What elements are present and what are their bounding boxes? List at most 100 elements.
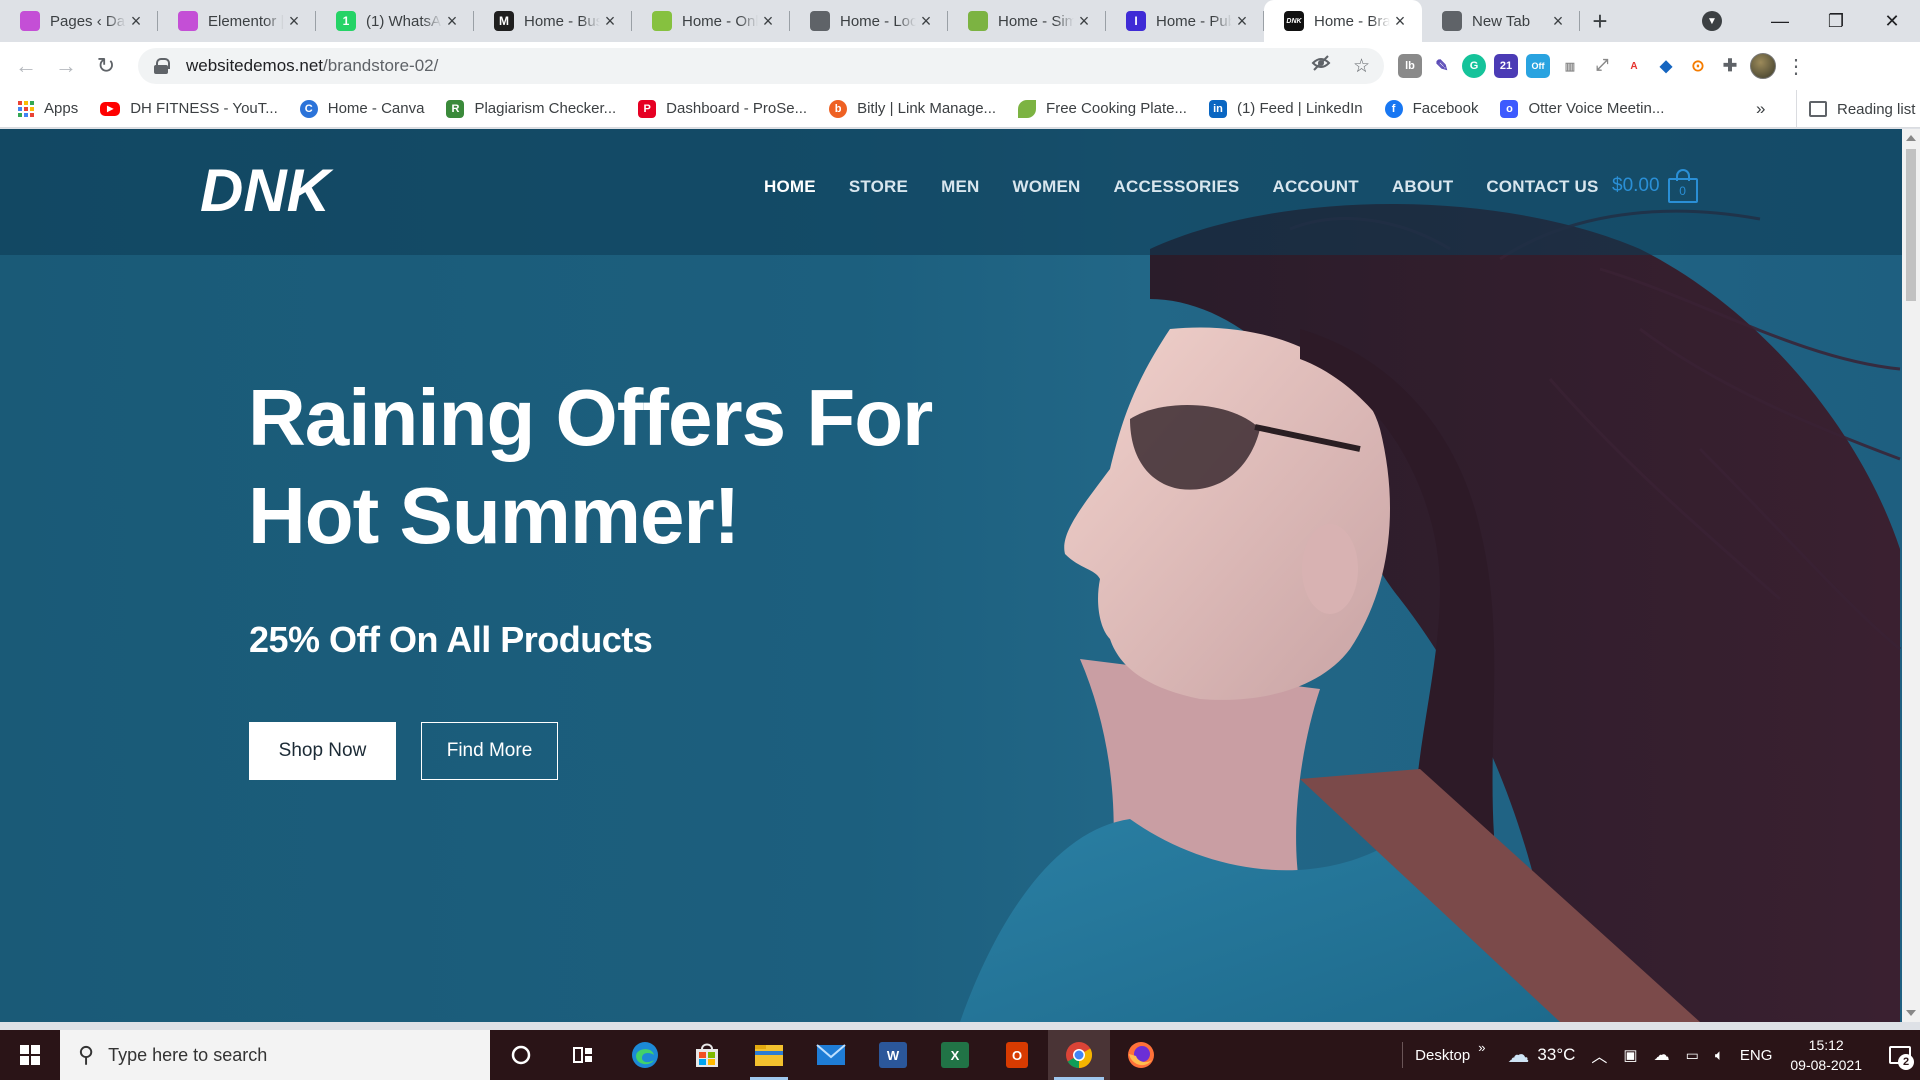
reading-list-button[interactable]: Reading list: [1796, 90, 1915, 128]
off-extension-icon[interactable]: Off: [1526, 54, 1550, 78]
new-tab-plus-icon[interactable]: +: [1580, 0, 1620, 42]
battery-icon[interactable]: ▭: [1686, 1047, 1699, 1064]
find-more-button[interactable]: Find More: [421, 722, 558, 780]
cortana-icon[interactable]: [490, 1030, 552, 1080]
shopping-bag-icon[interactable]: 0: [1667, 169, 1698, 203]
mail-icon[interactable]: [800, 1030, 862, 1080]
bookmark-item[interactable]: b Bitly | Link Manage...: [829, 99, 996, 118]
scroll-down-arrow-icon[interactable]: [1906, 1010, 1916, 1016]
forward-button[interactable]: →: [46, 46, 86, 86]
extension-icon[interactable]: lb: [1398, 54, 1422, 78]
language-indicator[interactable]: ENG: [1740, 1047, 1773, 1064]
tab[interactable]: Elementor | ×: [158, 0, 316, 42]
restore-icon[interactable]: ❐: [1808, 0, 1864, 42]
nav-link-about[interactable]: ABOUT: [1392, 177, 1453, 197]
nav-link-accessories[interactable]: ACCESSORIES: [1114, 177, 1240, 197]
start-button[interactable]: [0, 1030, 60, 1080]
notification-center-icon[interactable]: 2: [1880, 1030, 1920, 1080]
tab-active[interactable]: DNK Home - Bra ×: [1264, 0, 1422, 42]
scrollbar-thumb[interactable]: [1906, 149, 1916, 301]
school-extension-icon[interactable]: 21: [1494, 54, 1518, 78]
eye-off-icon[interactable]: [1311, 53, 1331, 79]
bars-extension-icon[interactable]: ▥: [1558, 54, 1582, 78]
tab[interactable]: Pages ‹ Dau ×: [0, 0, 158, 42]
tab[interactable]: 1 (1) WhatsAp ×: [316, 0, 474, 42]
nav-link-men[interactable]: MEN: [941, 177, 979, 197]
grammarly-icon[interactable]: G: [1462, 54, 1486, 78]
address-bar[interactable]: websitedemos.net/brandstore-02/ ☆: [138, 48, 1384, 84]
bookmark-item[interactable]: C Home - Canva: [299, 99, 425, 118]
nav-link-women[interactable]: WOMEN: [1012, 177, 1080, 197]
tab[interactable]: Home - Onl ×: [632, 0, 790, 42]
tab[interactable]: New Tab ×: [1422, 0, 1580, 42]
office-icon[interactable]: O: [986, 1030, 1048, 1080]
microsoft-store-icon[interactable]: [676, 1030, 738, 1080]
eyedropper-extension-icon[interactable]: ✎: [1430, 54, 1454, 78]
tab-close-icon[interactable]: ×: [442, 11, 462, 32]
desktop-toolbar[interactable]: Desktop »: [1402, 1040, 1485, 1068]
download-extension-icon[interactable]: ⊙: [1686, 54, 1710, 78]
lock-icon[interactable]: [154, 58, 170, 74]
tab-close-icon[interactable]: ×: [1074, 11, 1094, 32]
tab[interactable]: Home - Sim ×: [948, 0, 1106, 42]
cart-widget[interactable]: $0.00 0: [1612, 169, 1698, 203]
minimize-icon[interactable]: —: [1752, 0, 1808, 42]
bookmark-item[interactable]: R Plagiarism Checker...: [446, 99, 616, 118]
nav-link-contact-us[interactable]: CONTACT US: [1486, 177, 1598, 197]
bookmark-item[interactable]: o Otter Voice Meetin...: [1500, 99, 1664, 118]
bookmark-item[interactable]: in (1) Feed | LinkedIn: [1208, 99, 1363, 118]
profile-avatar[interactable]: [1750, 53, 1776, 79]
shop-now-button[interactable]: Shop Now: [249, 722, 396, 780]
dnk-logo[interactable]: DNK: [200, 155, 345, 225]
tab-close-icon[interactable]: ×: [758, 11, 778, 32]
tab-close-icon[interactable]: ×: [1232, 11, 1252, 32]
cart-amount[interactable]: $0.00: [1612, 175, 1660, 197]
tab[interactable]: M Home - Bus ×: [474, 0, 632, 42]
bookmark-item[interactable]: Free Cooking Plate...: [1018, 99, 1187, 118]
file-explorer-icon[interactable]: [738, 1030, 800, 1080]
tab-close-icon[interactable]: ×: [1390, 11, 1410, 32]
meet-now-icon[interactable]: ▣: [1623, 1046, 1637, 1064]
bookmark-item[interactable]: P Dashboard - ProSe...: [638, 99, 807, 118]
volume-icon[interactable]: 🔈︎: [1715, 1047, 1724, 1064]
tab[interactable]: I Home - Pub ×: [1106, 0, 1264, 42]
tab-close-icon[interactable]: ×: [600, 11, 620, 32]
puzzle-extensions-icon[interactable]: ✚: [1718, 54, 1742, 78]
close-window-icon[interactable]: ✕: [1864, 0, 1920, 42]
bookmarks-overflow-chevron-icon[interactable]: »: [1756, 90, 1765, 128]
page-scrollbar[interactable]: [1902, 129, 1920, 1022]
firefox-icon[interactable]: [1110, 1030, 1172, 1080]
diamond-extension-icon[interactable]: ◆: [1654, 54, 1678, 78]
clock[interactable]: 15:12 09-08-2021: [1790, 1035, 1862, 1075]
tab-close-icon[interactable]: ×: [284, 11, 304, 32]
bookmark-star-icon[interactable]: ☆: [1353, 55, 1370, 78]
taskbar-search-box[interactable]: ⚲ Type here to search: [60, 1030, 490, 1080]
nav-link-store[interactable]: STORE: [849, 177, 908, 197]
tab[interactable]: Home - Loc ×: [790, 0, 948, 42]
pro-extension-icon[interactable]: A: [1622, 54, 1646, 78]
tab-close-icon[interactable]: ×: [916, 11, 936, 32]
bookmark-label: Home - Canva: [327, 100, 425, 117]
excel-icon[interactable]: X: [924, 1030, 986, 1080]
nav-link-home[interactable]: HOME: [764, 177, 816, 197]
scroll-up-arrow-icon[interactable]: [1906, 135, 1916, 141]
tab-close-icon[interactable]: ×: [1548, 11, 1568, 32]
word-icon[interactable]: W: [862, 1030, 924, 1080]
reload-button[interactable]: ↻: [86, 46, 126, 86]
onedrive-icon[interactable]: ☁: [1654, 1045, 1670, 1065]
menu-kebab-icon[interactable]: ⋮: [1784, 54, 1808, 79]
task-view-icon[interactable]: [552, 1030, 614, 1080]
show-hidden-icons-chevron-icon[interactable]: ︿: [1591, 1043, 1607, 1067]
nav-link-account[interactable]: ACCOUNT: [1272, 177, 1358, 197]
weather-widget[interactable]: ☁ 33°C: [1507, 1042, 1575, 1068]
linkedin-icon: in: [1208, 99, 1227, 118]
bookmark-item[interactable]: Apps: [18, 100, 78, 117]
fullscreen-extension-icon[interactable]: ⤢: [1590, 54, 1614, 78]
tab-close-icon[interactable]: ×: [126, 11, 146, 32]
tab-search-icon[interactable]: ▼: [1702, 11, 1722, 31]
chrome-icon[interactable]: [1048, 1030, 1110, 1080]
edge-browser-icon[interactable]: [614, 1030, 676, 1080]
bookmark-item[interactable]: f Facebook: [1384, 99, 1478, 118]
back-button[interactable]: ←: [6, 46, 46, 86]
bookmark-item[interactable]: ▶ DH FITNESS - YouT...: [100, 100, 278, 117]
